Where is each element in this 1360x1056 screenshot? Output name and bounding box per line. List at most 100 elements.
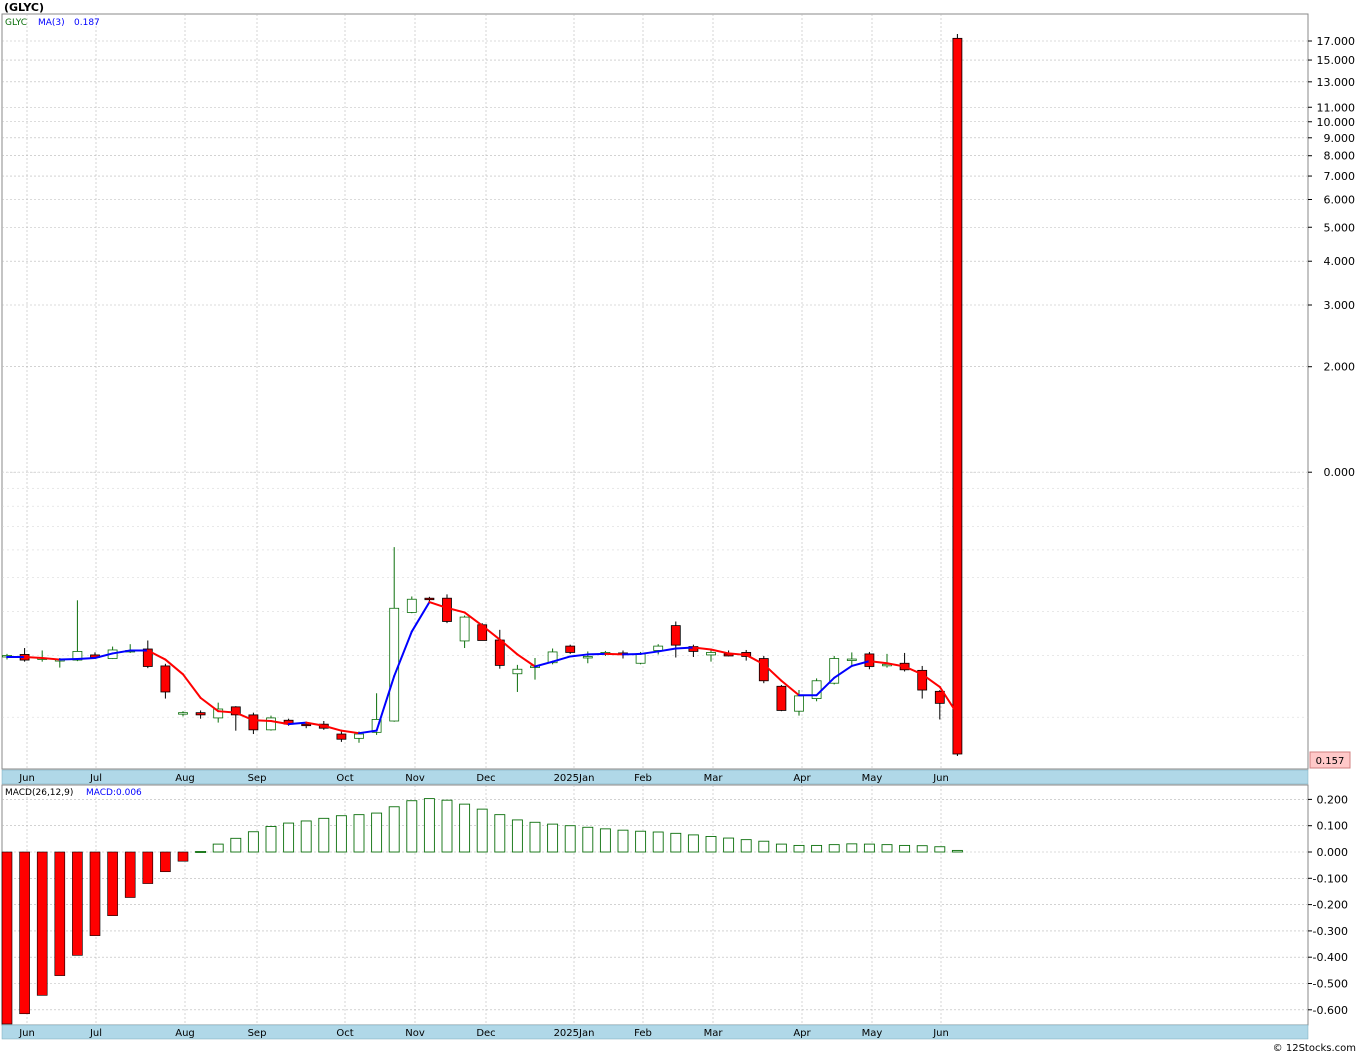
candle-body <box>424 597 435 601</box>
ma-segment <box>58 658 79 661</box>
macd-bar <box>212 843 224 853</box>
candle-body <box>336 733 347 740</box>
macd-bar <box>160 851 171 873</box>
candle-body <box>406 598 417 613</box>
price-y-label: 11.000 <box>1317 101 1356 114</box>
macd-bar <box>265 826 277 853</box>
macd-bar <box>300 820 312 853</box>
macd-x-label: Feb <box>634 1028 652 1039</box>
macd-x-label: Jun <box>18 1028 35 1039</box>
macd-y-label: -0.400 <box>1313 951 1348 964</box>
price-x-label: Dec <box>476 773 495 784</box>
footer-credit: © 12Stocks.com <box>1273 1043 1356 1054</box>
price-x-label: Mar <box>704 773 724 784</box>
macd-bar <box>423 798 435 853</box>
macd-bar <box>283 822 295 853</box>
macd-bar <box>599 828 611 853</box>
candle-body <box>635 653 646 664</box>
ma-segment <box>674 646 695 650</box>
macd-bar <box>36 851 48 996</box>
macd-bar <box>705 836 717 853</box>
legend-symbol: GLYC <box>5 18 27 28</box>
price-y-label: 10.000 <box>1317 116 1356 129</box>
macd-bar <box>863 843 875 853</box>
chart-title: (GLYC) <box>4 1 44 14</box>
candle-body <box>952 37 963 755</box>
candle-body <box>565 645 576 653</box>
candle-body <box>301 723 312 727</box>
macd-bar <box>687 834 699 853</box>
macd-bar <box>635 830 647 853</box>
candle-body <box>195 712 206 716</box>
macd-x-label: Oct <box>336 1028 353 1039</box>
macd-bar <box>406 800 418 853</box>
macd-legend-value: MACD:0.006 <box>86 788 142 798</box>
ma-segment <box>252 719 272 723</box>
macd-bar <box>775 843 787 853</box>
price-y-label: 15.000 <box>1317 54 1356 67</box>
macd-y-label: -0.100 <box>1313 872 1348 885</box>
price-y-label: 6.000 <box>1324 194 1356 207</box>
macd-bar <box>899 844 911 853</box>
price-y-label: 5.000 <box>1324 221 1356 234</box>
macd-bar <box>107 851 118 916</box>
macd-x-label: Aug <box>175 1028 195 1039</box>
price-x-label: Jul <box>89 773 102 784</box>
price-y-label: 2.000 <box>1324 361 1356 374</box>
price-x-label: Feb <box>634 773 652 784</box>
legend-ma-value: 0.187 <box>74 18 100 28</box>
ma-segment <box>622 652 642 656</box>
price-y-label: 17.000 <box>1317 35 1356 48</box>
macd-legend-label: MACD(26,12,9) <box>5 788 73 798</box>
macd-bar <box>388 806 400 853</box>
macd-bar <box>670 832 682 853</box>
legend-ma-label: MA(3) <box>38 18 65 28</box>
macd-x-label: Jun <box>932 1028 949 1039</box>
macd-bar <box>652 831 664 853</box>
macd-bar <box>195 851 207 853</box>
macd-bar <box>582 826 594 853</box>
price-y-label: 0.000 <box>1324 466 1356 479</box>
price-x-label: Jun <box>18 773 35 784</box>
macd-y-label: -0.500 <box>1313 978 1348 991</box>
candle-body <box>670 625 681 646</box>
price-x-label: Apr <box>793 773 811 784</box>
price-y-label: 4.000 <box>1324 255 1356 268</box>
last-price-label: 0.157 <box>1316 756 1345 767</box>
candle-body <box>459 616 470 642</box>
macd-x-axis-band <box>1 1024 1309 1040</box>
macd-bar <box>72 851 83 956</box>
ma-segment <box>604 652 624 656</box>
price-y-label: 3.000 <box>1324 299 1356 312</box>
price-x-label: Sep <box>248 773 267 784</box>
macd-bar <box>441 799 453 853</box>
price-x-label: 2025Jan <box>554 773 595 784</box>
price-y-label: 9.000 <box>1324 132 1356 145</box>
ma-segment <box>76 657 96 661</box>
price-x-label: Aug <box>175 773 195 784</box>
macd-bar <box>758 840 770 853</box>
macd-bar <box>371 812 383 853</box>
macd-bar <box>1 851 13 1025</box>
macd-bar <box>828 844 840 853</box>
price-x-label: Oct <box>336 773 353 784</box>
candle-body <box>494 639 505 666</box>
candle-body <box>829 658 840 684</box>
macd-bar <box>740 839 752 853</box>
macd-y-label: 0.100 <box>1317 820 1349 833</box>
macd-bar <box>318 817 330 853</box>
macd-x-label: 2025Jan <box>554 1028 595 1039</box>
candle-body <box>706 652 716 656</box>
candle-body <box>389 607 400 722</box>
macd-bar <box>353 814 365 853</box>
macd-bar <box>476 808 488 853</box>
macd-bar <box>335 815 347 853</box>
price-legend: GLYC MA(3) 0.187 <box>5 18 100 28</box>
macd-x-label: Jul <box>89 1028 102 1039</box>
macd-bar <box>459 803 471 853</box>
macd-bar <box>916 845 928 853</box>
macd-bar <box>54 851 66 976</box>
macd-bar <box>19 851 30 1015</box>
candle-body <box>846 658 857 661</box>
macd-y-label: 0.200 <box>1317 793 1349 806</box>
